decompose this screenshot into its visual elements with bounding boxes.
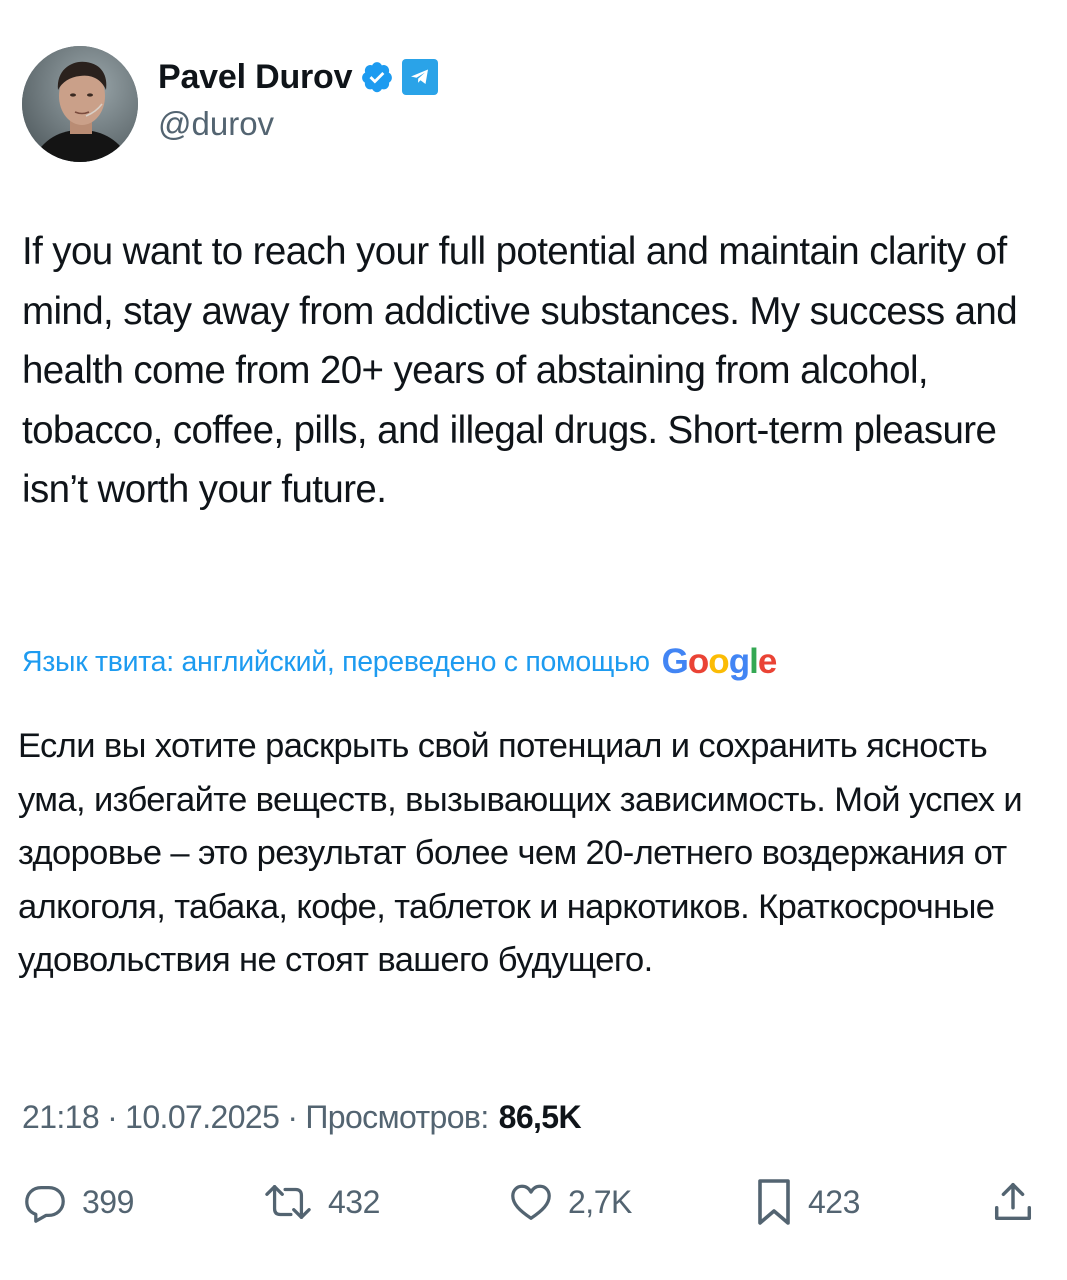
author-handle[interactable]: @durov [158, 105, 438, 143]
google-logo: Google [661, 642, 778, 681]
meta-separator: · [107, 1098, 118, 1135]
like-count: 2,7K [568, 1183, 632, 1220]
translation-label[interactable]: Язык твита: английский, переведено с пом… [22, 646, 650, 679]
views-count[interactable]: 86,5K [499, 1099, 582, 1136]
share-button[interactable] [990, 1172, 1036, 1232]
avatar-photo [22, 46, 138, 162]
author-avatar[interactable] [22, 46, 138, 162]
telegram-plane-icon [411, 69, 429, 84]
verified-badge-icon[interactable] [360, 60, 394, 94]
bookmark-icon [758, 1179, 790, 1225]
name-row: Pavel Durov [158, 55, 439, 99]
retweet-icon [265, 1185, 311, 1219]
meta-separator: · [287, 1098, 298, 1135]
action-bar: 399 432 2,7K 423 [0, 1172, 1067, 1232]
share-icon [994, 1183, 1032, 1221]
translated-text: Если вы хотите раскрыть свой потенциал и… [18, 727, 1023, 979]
bookmark-button[interactable]: 423 [754, 1172, 860, 1232]
tweet-text: If you want to reach your full potential… [22, 230, 1018, 511]
reply-icon [25, 1185, 65, 1223]
translation-notice[interactable]: Язык твита: английский, переведено с пом… [22, 638, 778, 686]
reply-count: 399 [82, 1183, 134, 1220]
heart-icon [511, 1184, 551, 1220]
tweet-header: Pavel Durov @durov [22, 45, 439, 163]
tweet-time[interactable]: 21:18 [22, 1099, 100, 1136]
tweet-meta: 21:18 · 10.07.2025 · Просмотров: 86,5K [22, 1092, 582, 1142]
like-button[interactable]: 2,7K [508, 1172, 632, 1232]
telegram-icon[interactable] [402, 59, 439, 95]
author-names: Pavel Durov @durov [158, 40, 439, 158]
retweet-count: 432 [328, 1183, 380, 1220]
display-name[interactable]: Pavel Durov [158, 58, 353, 97]
views-label: Просмотров: [305, 1098, 489, 1135]
tweet-date[interactable]: 10.07.2025 [125, 1099, 280, 1136]
bookmark-count: 423 [808, 1183, 860, 1220]
retweet-button[interactable]: 432 [262, 1172, 380, 1232]
reply-button[interactable]: 399 [22, 1172, 134, 1232]
